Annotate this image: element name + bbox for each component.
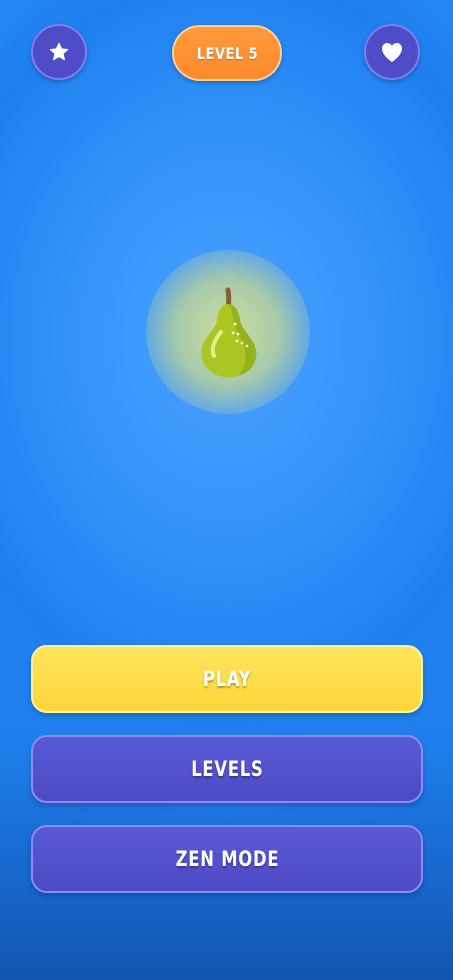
zen-mode-label: ZEN MODE <box>175 847 279 871</box>
play-button[interactable]: PLAY <box>31 645 423 713</box>
levels-label: LEVELS <box>190 757 264 781</box>
zen-mode-button[interactable]: ZEN MODE <box>31 825 423 893</box>
level-indicator[interactable]: LEVEL 5 <box>172 25 282 81</box>
level-label: LEVEL 5 <box>196 43 258 63</box>
levels-button[interactable]: LEVELS <box>31 735 423 803</box>
star-icon <box>48 41 70 63</box>
pear-icon[interactable] <box>188 286 268 382</box>
favorites-button[interactable] <box>364 24 420 80</box>
play-label: PLAY <box>202 667 252 691</box>
heart-icon <box>380 41 404 63</box>
achievements-button[interactable] <box>31 24 87 80</box>
